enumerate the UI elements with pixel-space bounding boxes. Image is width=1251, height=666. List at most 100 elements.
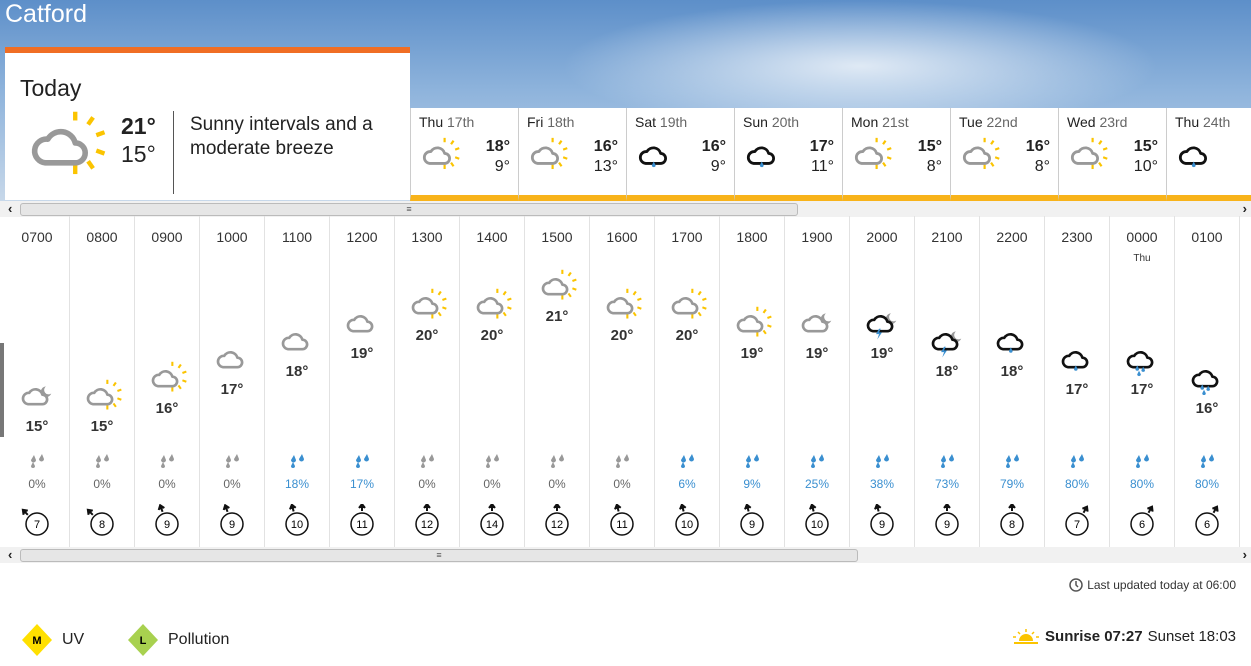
light-cloud-icon	[341, 305, 383, 346]
scroll-thumb[interactable]: ≡	[20, 549, 858, 562]
day-name: Wed 23rd	[1067, 114, 1128, 130]
raindrops-icon	[678, 454, 696, 475]
hour-temp: 16°	[155, 399, 179, 417]
raindrops-icon	[353, 454, 371, 475]
scroll-left-icon[interactable]: ‹	[8, 547, 12, 562]
hour-column[interactable]: 2100 18° 73% 9	[915, 216, 980, 547]
hour-time: 1800	[736, 229, 768, 245]
sunrise-sunset: Sunrise 07:27 Sunset 18:03	[1012, 628, 1236, 645]
day-high: 16°	[1025, 138, 1050, 155]
divider	[173, 111, 174, 194]
hour-column[interactable]: 1000 17° 0% 9	[200, 216, 265, 547]
sunny-intervals-icon	[731, 305, 773, 346]
today-label: Today	[20, 75, 82, 101]
hour-temp: 20°	[610, 326, 634, 344]
sunrise-time: Sunrise 07:27	[1045, 628, 1143, 645]
day-low: 13°	[593, 158, 618, 175]
day-tab[interactable]: Tue 22nd 16° 8°	[950, 108, 1058, 201]
sunny-intervals-icon	[536, 268, 578, 309]
pollution-badge[interactable]: L Pollution	[128, 624, 229, 656]
wind-speed: 6	[1139, 519, 1145, 531]
hour-temp: 15°	[90, 418, 114, 435]
day-tab[interactable]: Sat 19th 16° 9°	[626, 108, 734, 201]
wind-direction-icon: 9	[736, 503, 768, 543]
wind-speed: 11	[616, 519, 627, 531]
day-tab[interactable]: Thu 24th 1	[1166, 108, 1251, 201]
hour-column[interactable]: 1500 21° 0% 12	[525, 216, 590, 547]
wind-direction-icon: 11	[346, 502, 378, 543]
wind-speed: 8	[99, 519, 105, 531]
daily-forecast-strip: Thu 17th 18° 9° Fri 18th 16° 13° Sat 19t…	[410, 108, 1251, 201]
hour-temp: 21°	[545, 308, 569, 326]
hour-temp: 18°	[285, 363, 309, 381]
day-high: 18°	[485, 138, 510, 155]
hour-column[interactable]: 0000 Thu 17° 80% 6	[1110, 216, 1175, 547]
hour-temp: 19°	[870, 344, 894, 362]
scroll-thumb[interactable]: ≡	[20, 203, 798, 216]
hour-column[interactable]: 1800 19° 9% 9	[720, 216, 785, 547]
day-low: 8°	[1034, 158, 1050, 175]
hour-column[interactable]: 1100 18° 18% 10	[265, 216, 330, 547]
hour-time: 1500	[541, 229, 573, 245]
daily-scrollbar[interactable]: ‹ ≡ ›	[0, 201, 1251, 217]
raindrops-icon	[548, 454, 566, 475]
scroll-right-icon[interactable]: ›	[1243, 201, 1247, 216]
wind-direction-icon: 7	[1061, 504, 1093, 543]
sunny-intervals-icon	[601, 287, 643, 328]
partly-cloudy-night-icon	[796, 305, 838, 346]
hour-column[interactable]: 1600 20° 0% 11	[590, 216, 655, 547]
hour-column[interactable]: 2000 19° 38% 9	[850, 216, 915, 547]
wind-speed: 10	[681, 519, 693, 531]
hour-column[interactable]: 0900 16° 0% 9	[135, 216, 200, 547]
hour-column[interactable]: 1700 20° 6% 10	[655, 216, 720, 547]
hour-time: 1400	[476, 229, 508, 245]
raindrops-icon	[808, 454, 826, 475]
heavy-rain-icon	[1121, 341, 1163, 382]
wind-direction-icon: 9	[216, 503, 248, 543]
day-name: Thu 17th	[419, 114, 475, 130]
scroll-right-icon[interactable]: ›	[1243, 547, 1247, 562]
day-name: Sat 19th	[635, 114, 688, 130]
wind-speed: 9	[164, 519, 170, 531]
hour-time: 0700	[21, 229, 53, 245]
sunny-intervals-icon	[146, 360, 188, 401]
hour-column[interactable]: 1400 20° 0% 14	[460, 216, 525, 547]
hour-column[interactable]: 0700 15° 0% 7	[5, 216, 70, 547]
hour-column[interactable]: 1200 19° 17% 11	[330, 216, 395, 547]
rain-chance: 38%	[869, 477, 895, 491]
thunder-night-icon	[926, 323, 968, 364]
day-tab[interactable]: Thu 17th 18° 9°	[410, 108, 518, 201]
last-updated: Last updated today at 06:00	[1069, 578, 1236, 592]
rain-chance: 0%	[223, 477, 241, 491]
day-tab[interactable]: Fri 18th 16° 13°	[518, 108, 626, 201]
hourly-scrollbar[interactable]: ‹ ≡ ›	[0, 547, 1251, 563]
raindrops-icon	[873, 454, 891, 475]
wind-speed: 12	[551, 519, 563, 531]
wind-speed: 12	[421, 519, 433, 531]
scroll-left-icon[interactable]: ‹	[8, 201, 12, 216]
day-tab[interactable]: Wed 23rd 15° 10°	[1058, 108, 1166, 201]
rain-chance: 80%	[1129, 477, 1155, 491]
day-tab[interactable]: Sun 20th 17° 11°	[734, 108, 842, 201]
hour-time: 1900	[801, 229, 833, 245]
rain-chance: 73%	[934, 477, 960, 491]
hour-column[interactable]: 2200 18° 79% 8	[980, 216, 1045, 547]
wind-speed: 9	[749, 519, 755, 531]
hour-column[interactable]: 0100 16° 80% 6	[1175, 216, 1240, 547]
wind-direction-icon: 12	[411, 502, 443, 543]
hour-column[interactable]: 2300 17° 80% 7	[1045, 216, 1110, 547]
last-updated-text: Last updated today at 06:00	[1087, 578, 1236, 592]
hour-column[interactable]: 1900 19° 25% 10	[785, 216, 850, 547]
rain-chance: 25%	[804, 477, 830, 491]
hour-time: 0100	[1191, 229, 1223, 245]
uv-badge[interactable]: M UV	[22, 624, 84, 656]
pollution-diamond-icon: L	[128, 624, 158, 656]
sunny-intervals-icon	[20, 108, 108, 188]
rain-chance: 0%	[158, 477, 176, 491]
day-tab[interactable]: Mon 21st 15° 8°	[842, 108, 950, 201]
hour-column[interactable]: 1300 20° 0% 12	[395, 216, 460, 547]
today-panel[interactable]: Today 21° 15° Sunny intervals and a mode…	[5, 47, 410, 200]
light-rain-icon	[741, 136, 785, 178]
wind-speed: 8	[1009, 519, 1015, 531]
hour-column[interactable]: 0800 15° 0% 8	[70, 216, 135, 547]
